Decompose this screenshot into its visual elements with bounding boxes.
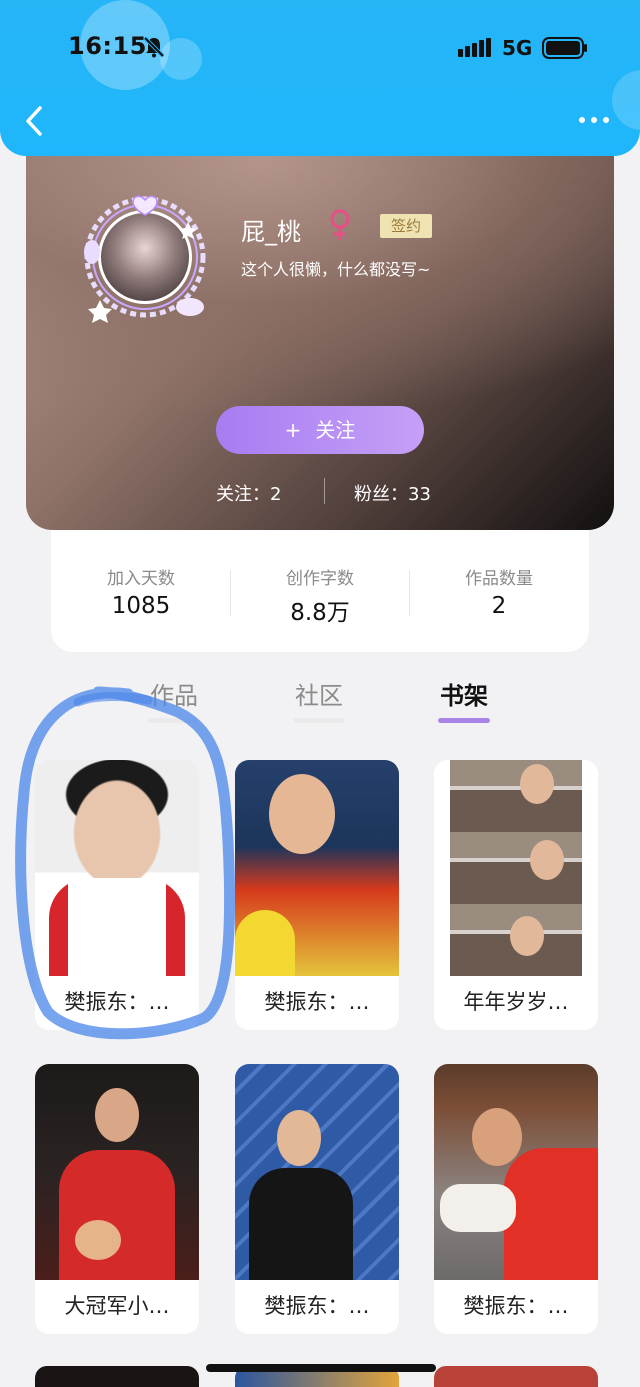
mute-bell-icon xyxy=(143,36,165,58)
stat-value: 1085 xyxy=(111,593,171,619)
book-card[interactable]: 大冠军小… xyxy=(35,1064,199,1334)
tab-label: 社区 xyxy=(295,682,343,710)
plush xyxy=(235,910,295,976)
stat-label: 加入天数 xyxy=(107,569,175,589)
book-cover xyxy=(434,1064,598,1280)
face xyxy=(472,1108,522,1166)
tab-label: 书架 xyxy=(440,682,488,710)
top-bar: 16:15 5G xyxy=(0,0,640,156)
book-title: 樊振东：… xyxy=(264,1294,370,1318)
book-cover xyxy=(35,760,199,976)
stats-card: 加入天数 1085 创作字数 8.8万 作品数量 2 xyxy=(51,530,589,652)
book-cover xyxy=(235,1064,399,1280)
follow-stats: 关注：2 粉丝：33 xyxy=(26,478,614,508)
female-icon xyxy=(330,209,350,240)
stat-value: 8.8万 xyxy=(290,600,350,626)
stat-days-joined: 加入天数 1085 xyxy=(51,564,231,619)
status-time: 16:15 xyxy=(68,32,147,60)
plus-icon: + xyxy=(284,418,302,442)
battery-icon xyxy=(542,37,587,59)
book-cover xyxy=(235,760,399,976)
following-count[interactable]: 关注：2 xyxy=(216,480,281,506)
face xyxy=(530,840,564,880)
tab-indicator xyxy=(293,718,345,723)
stat-value: 2 xyxy=(491,593,507,619)
tab-label: 作品 xyxy=(150,682,198,710)
signal-icon xyxy=(458,38,491,57)
profile-header: 屁_桃 签约 这个人很懒，什么都没写~ + 关注 关注：2 粉丝：33 xyxy=(26,120,614,530)
towel xyxy=(440,1184,516,1232)
fans-count[interactable]: 粉丝：33 xyxy=(354,480,431,506)
face xyxy=(510,916,544,956)
network-label: 5G xyxy=(502,36,533,60)
face xyxy=(95,1088,139,1142)
stat-label: 作品数量 xyxy=(465,569,533,589)
back-button[interactable] xyxy=(20,104,50,138)
book-card[interactable]: 樊振东：… xyxy=(235,760,399,1030)
book-card[interactable] xyxy=(434,1366,598,1387)
face xyxy=(277,1110,321,1166)
face xyxy=(269,774,335,854)
tab-indicator xyxy=(438,718,490,723)
more-dots-icon[interactable] xyxy=(574,110,614,130)
tab-bar: 作品 社区 书架 xyxy=(0,672,640,732)
stat-word-count: 创作字数 8.8万 xyxy=(230,564,410,627)
stat-label: 创作字数 xyxy=(286,569,354,589)
book-card[interactable]: 樊振东：… xyxy=(235,1064,399,1334)
follow-button-label: 关注 xyxy=(315,418,356,442)
book-title: 樊振东：… xyxy=(463,1294,569,1318)
avatar[interactable] xyxy=(70,182,220,332)
stat-works-count: 作品数量 2 xyxy=(409,564,589,619)
divider xyxy=(324,478,325,504)
book-cover xyxy=(35,1064,199,1280)
jersey xyxy=(49,878,185,976)
book-title: 樊振东：… xyxy=(264,990,370,1014)
book-card[interactable]: 樊振东：… xyxy=(434,1064,598,1334)
book-title: 樊振东：… xyxy=(64,990,170,1014)
bio: 这个人很懒，什么都没写~ xyxy=(241,260,431,279)
tuxedo xyxy=(249,1168,353,1280)
home-indicator[interactable] xyxy=(206,1364,436,1372)
book-cover xyxy=(450,760,582,976)
tab-bookshelf[interactable]: 书架 xyxy=(414,676,514,723)
username: 屁_桃 xyxy=(241,218,301,246)
tab-indicator xyxy=(148,718,200,723)
book-card[interactable] xyxy=(35,1366,199,1387)
decor-bubble xyxy=(160,38,202,80)
tab-works[interactable]: 作品 xyxy=(124,676,224,723)
jacket xyxy=(59,1150,175,1280)
decor-bubble xyxy=(612,70,640,130)
face xyxy=(520,764,554,804)
follow-button[interactable]: + 关注 xyxy=(216,406,424,454)
book-title: 年年岁岁… xyxy=(463,990,569,1014)
bouquet xyxy=(75,1220,121,1260)
birthday-avatar-frame-icon xyxy=(84,195,206,323)
book-title: 大冠军小… xyxy=(64,1294,170,1318)
signed-badge: 签约 xyxy=(380,214,432,238)
tab-community[interactable]: 社区 xyxy=(269,676,369,723)
jersey xyxy=(504,1148,598,1280)
book-card[interactable]: 樊振东：… xyxy=(35,760,199,1030)
book-card[interactable]: 年年岁岁… xyxy=(434,760,598,1030)
